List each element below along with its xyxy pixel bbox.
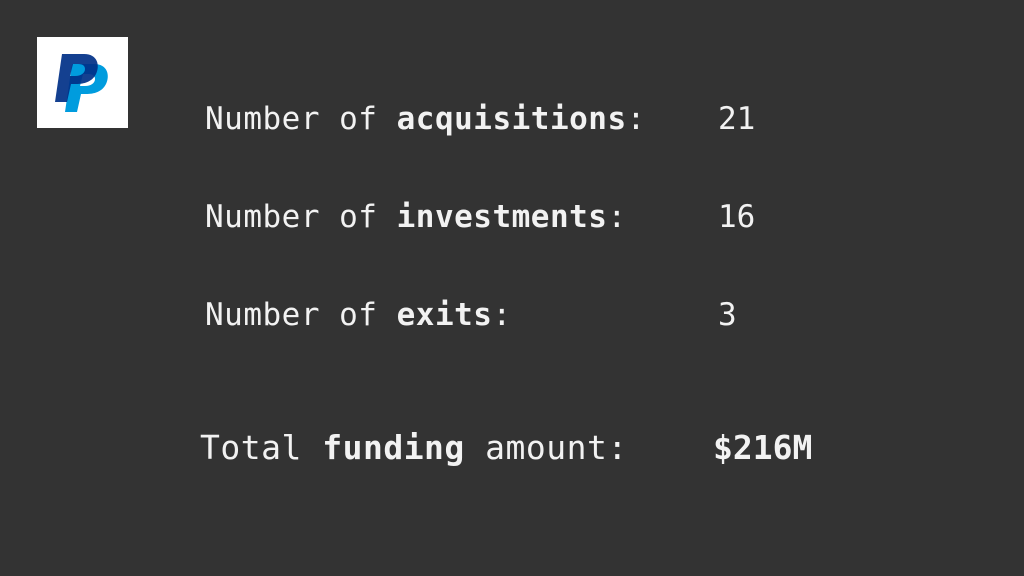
funding-keyword: funding — [322, 428, 465, 467]
paypal-logo-icon — [55, 54, 108, 112]
exits-keyword: exits — [396, 297, 493, 333]
total-funding-value: $216M — [713, 428, 813, 467]
exits-value: 3 — [718, 297, 737, 333]
acquisitions-keyword: acquisitions — [396, 101, 627, 137]
exits-label: Number of exits: — [205, 297, 512, 333]
investments-keyword: investments — [396, 199, 608, 235]
paypal-logo — [37, 37, 128, 128]
total-funding-label: Total funding amount: — [200, 428, 628, 467]
investments-label: Number of investments: — [205, 199, 627, 235]
acquisitions-value: 21 — [718, 101, 756, 137]
investments-value: 16 — [718, 199, 756, 235]
acquisitions-label: Number of acquisitions: — [205, 101, 646, 137]
